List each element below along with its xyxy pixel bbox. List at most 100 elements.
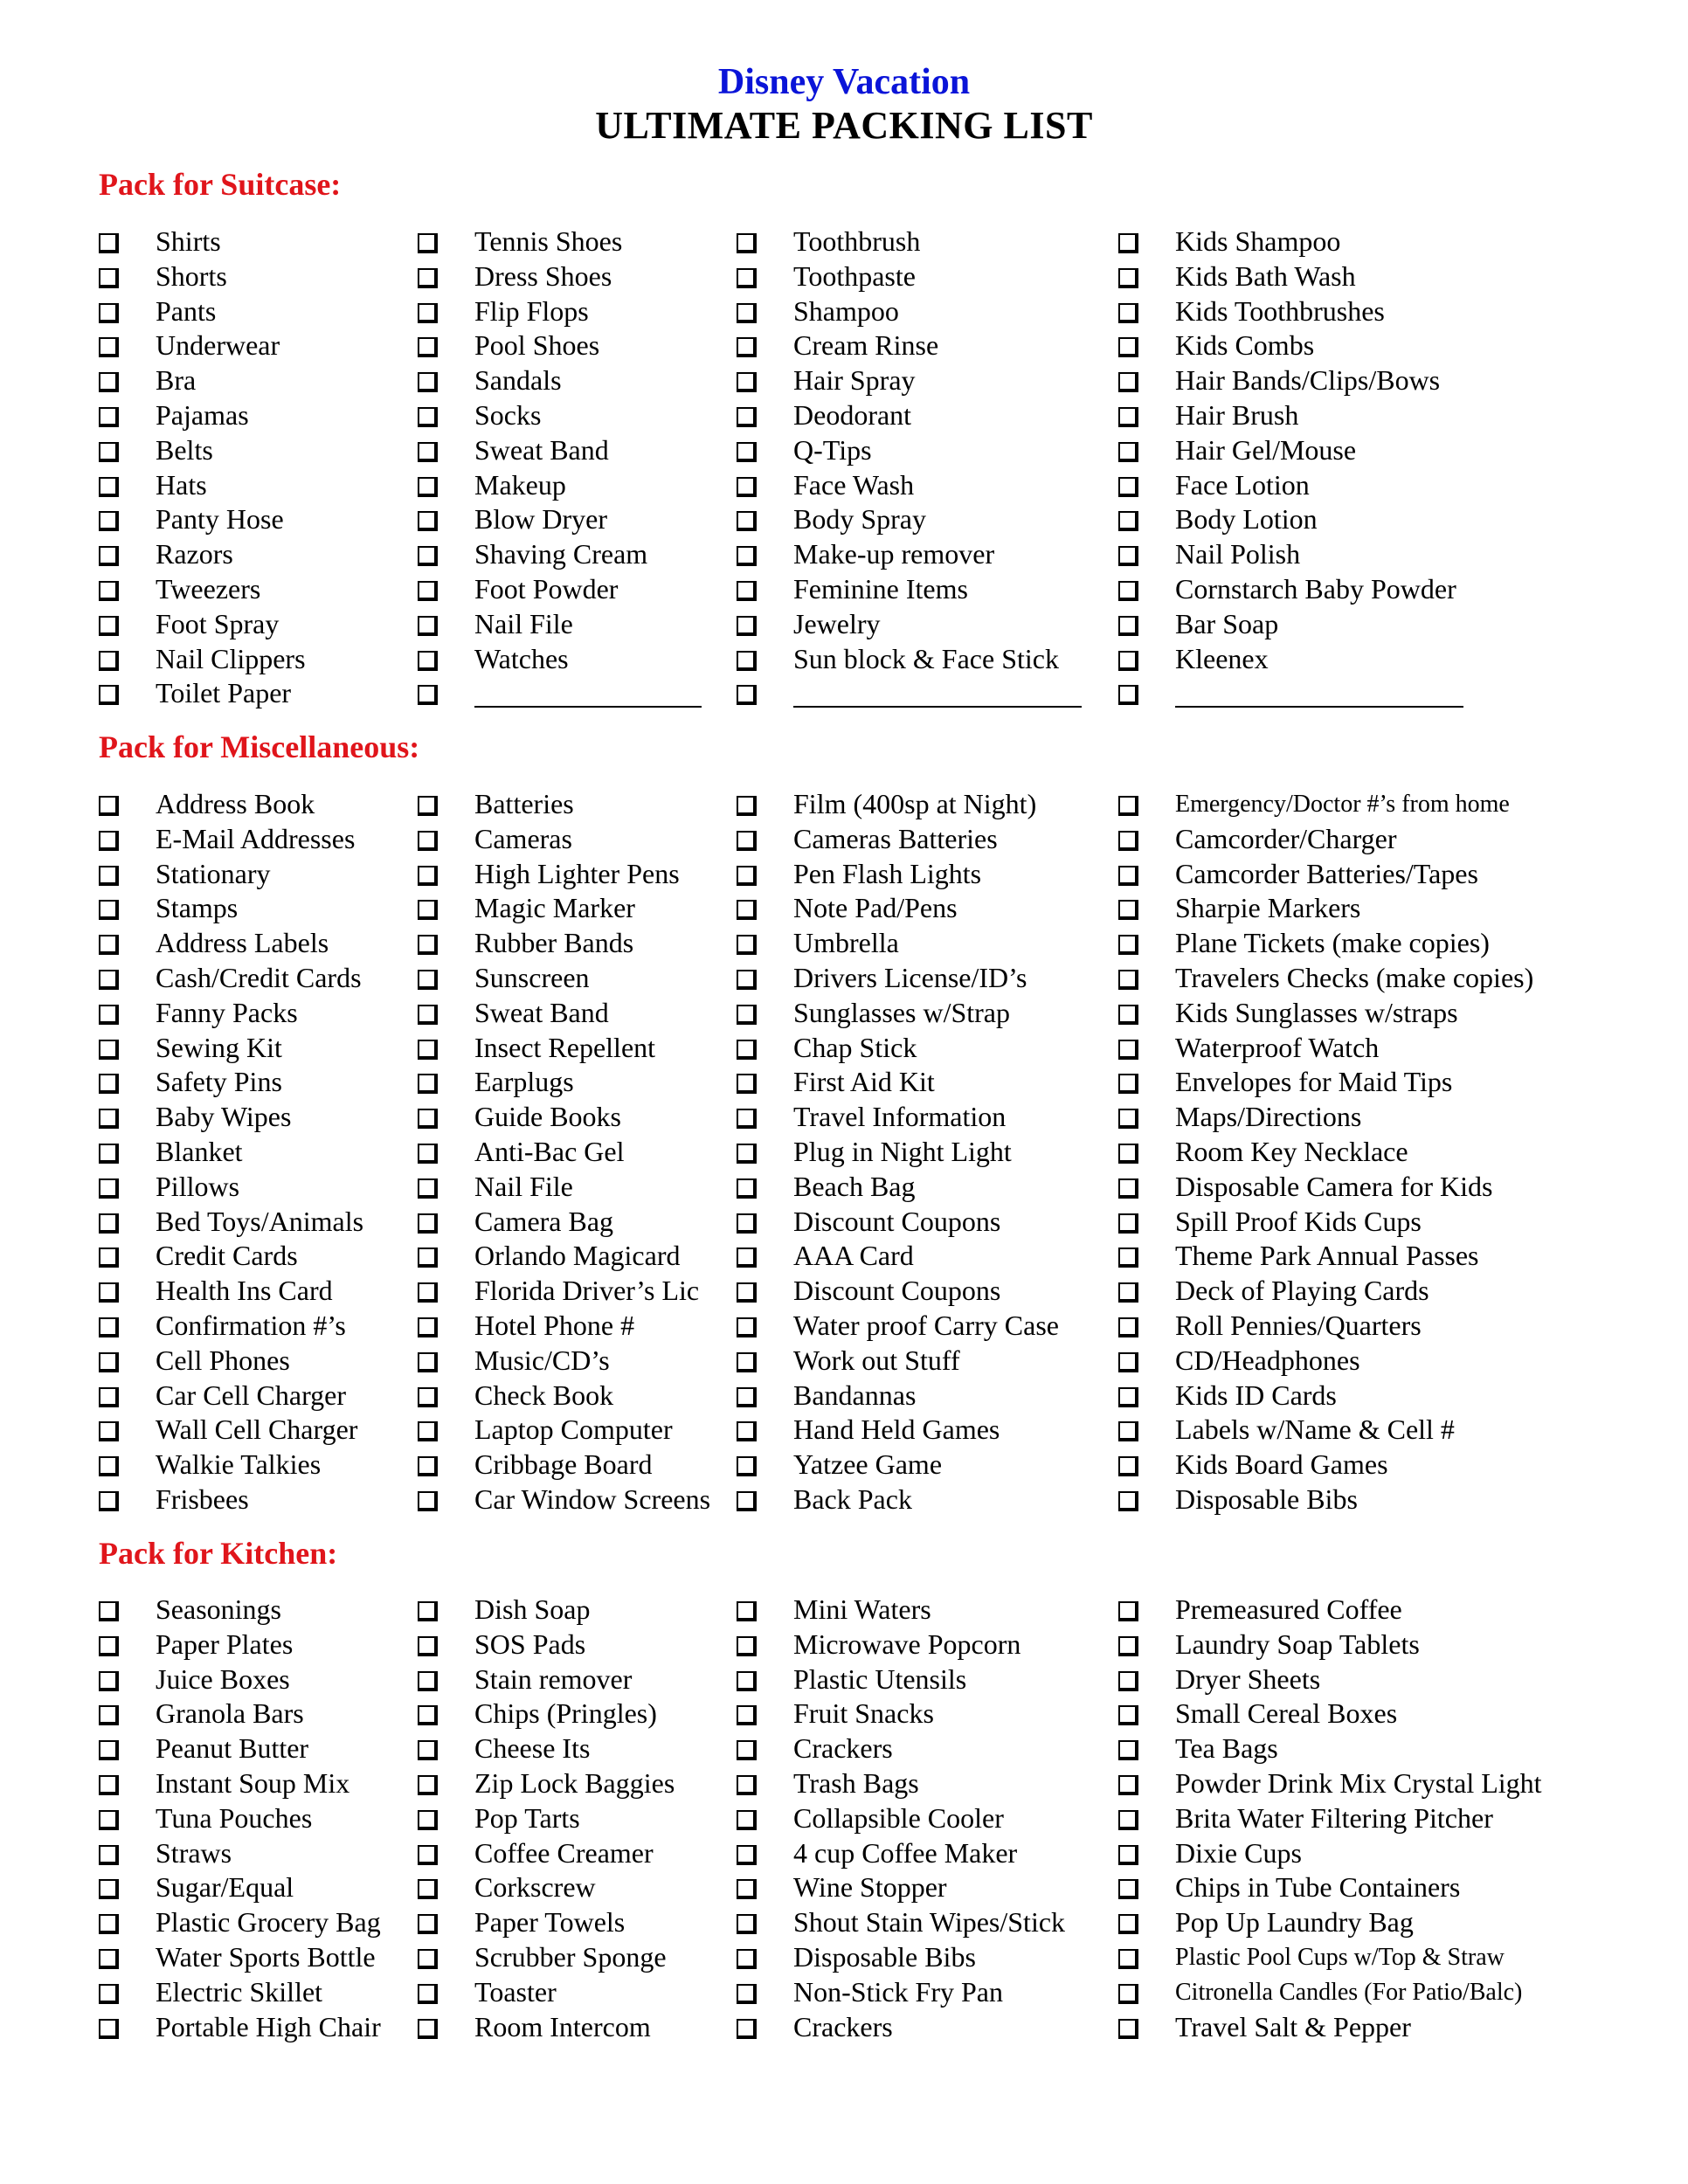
checkbox-icon[interactable]	[418, 615, 438, 636]
checkbox-icon[interactable]	[99, 1386, 119, 1407]
checkbox-icon[interactable]	[1118, 1670, 1138, 1691]
checkbox-icon[interactable]	[418, 1351, 438, 1372]
checkbox-icon[interactable]	[99, 1705, 119, 1726]
checkbox-icon[interactable]	[737, 1178, 757, 1199]
checkbox-icon[interactable]	[1118, 1317, 1138, 1337]
checkbox-icon[interactable]	[418, 865, 438, 886]
checkbox-icon[interactable]	[737, 615, 757, 636]
blank-entry-line[interactable]	[474, 706, 702, 708]
checkbox-icon[interactable]	[99, 1601, 119, 1621]
checkbox-icon[interactable]	[418, 2018, 438, 2039]
checkbox-icon[interactable]	[1118, 615, 1138, 636]
checkbox-icon[interactable]	[737, 372, 757, 393]
checkbox-icon[interactable]	[418, 1109, 438, 1130]
checkbox-icon[interactable]	[737, 302, 757, 323]
checkbox-icon[interactable]	[1118, 1740, 1138, 1761]
checkbox-icon[interactable]	[737, 1601, 757, 1621]
checkbox-icon[interactable]	[1118, 1601, 1138, 1621]
checkbox-icon[interactable]	[418, 1844, 438, 1865]
checkbox-icon[interactable]	[418, 580, 438, 601]
checkbox-icon[interactable]	[418, 1039, 438, 1060]
checkbox-icon[interactable]	[1118, 865, 1138, 886]
checkbox-icon[interactable]	[737, 1809, 757, 1830]
checkbox-icon[interactable]	[99, 1670, 119, 1691]
checkbox-icon[interactable]	[737, 969, 757, 990]
checkbox-icon[interactable]	[99, 615, 119, 636]
checkbox-icon[interactable]	[737, 1109, 757, 1130]
checkbox-icon[interactable]	[418, 1635, 438, 1656]
checkbox-icon[interactable]	[99, 476, 119, 497]
checkbox-icon[interactable]	[418, 830, 438, 851]
checkbox-icon[interactable]	[1118, 1635, 1138, 1656]
checkbox-icon[interactable]	[418, 337, 438, 358]
checkbox-icon[interactable]	[737, 935, 757, 956]
checkbox-icon[interactable]	[99, 580, 119, 601]
checkbox-icon[interactable]	[1118, 1456, 1138, 1477]
checkbox-icon[interactable]	[737, 1948, 757, 1969]
checkbox-icon[interactable]	[99, 1004, 119, 1025]
checkbox-icon[interactable]	[1118, 685, 1138, 706]
checkbox-icon[interactable]	[737, 233, 757, 253]
checkbox-icon[interactable]	[99, 685, 119, 706]
checkbox-icon[interactable]	[737, 685, 757, 706]
checkbox-icon[interactable]	[99, 1914, 119, 1935]
checkbox-icon[interactable]	[418, 1074, 438, 1095]
checkbox-icon[interactable]	[418, 1983, 438, 2004]
checkbox-icon[interactable]	[1118, 1039, 1138, 1060]
checkbox-icon[interactable]	[1118, 302, 1138, 323]
checkbox-icon[interactable]	[418, 1143, 438, 1164]
checkbox-icon[interactable]	[99, 1248, 119, 1268]
checkbox-icon[interactable]	[1118, 1914, 1138, 1935]
checkbox-icon[interactable]	[418, 267, 438, 288]
checkbox-icon[interactable]	[99, 1456, 119, 1477]
checkbox-icon[interactable]	[737, 1879, 757, 1900]
checkbox-icon[interactable]	[1118, 1705, 1138, 1726]
checkbox-icon[interactable]	[737, 1386, 757, 1407]
checkbox-icon[interactable]	[99, 1844, 119, 1865]
checkbox-icon[interactable]	[418, 546, 438, 567]
checkbox-icon[interactable]	[99, 1948, 119, 1969]
checkbox-icon[interactable]	[737, 1282, 757, 1303]
checkbox-icon[interactable]	[1118, 267, 1138, 288]
checkbox-icon[interactable]	[1118, 1109, 1138, 1130]
checkbox-icon[interactable]	[1118, 830, 1138, 851]
checkbox-icon[interactable]	[99, 1178, 119, 1199]
checkbox-icon[interactable]	[1118, 1948, 1138, 1969]
checkbox-icon[interactable]	[99, 1143, 119, 1164]
checkbox-icon[interactable]	[737, 1039, 757, 1060]
checkbox-icon[interactable]	[99, 865, 119, 886]
checkbox-icon[interactable]	[1118, 1490, 1138, 1511]
checkbox-icon[interactable]	[99, 1074, 119, 1095]
checkbox-icon[interactable]	[737, 406, 757, 427]
checkbox-icon[interactable]	[1118, 476, 1138, 497]
checkbox-icon[interactable]	[1118, 233, 1138, 253]
checkbox-icon[interactable]	[418, 372, 438, 393]
checkbox-icon[interactable]	[99, 1317, 119, 1337]
checkbox-icon[interactable]	[737, 1456, 757, 1477]
checkbox-icon[interactable]	[418, 441, 438, 462]
checkbox-icon[interactable]	[418, 1421, 438, 1442]
checkbox-icon[interactable]	[418, 1670, 438, 1691]
checkbox-icon[interactable]	[1118, 337, 1138, 358]
checkbox-icon[interactable]	[737, 865, 757, 886]
checkbox-icon[interactable]	[1118, 1774, 1138, 1795]
checkbox-icon[interactable]	[418, 685, 438, 706]
checkbox-icon[interactable]	[99, 1983, 119, 2004]
checkbox-icon[interactable]	[737, 1705, 757, 1726]
checkbox-icon[interactable]	[737, 650, 757, 671]
checkbox-icon[interactable]	[418, 1386, 438, 1407]
checkbox-icon[interactable]	[1118, 796, 1138, 816]
checkbox-icon[interactable]	[1118, 1421, 1138, 1442]
checkbox-icon[interactable]	[99, 1421, 119, 1442]
checkbox-icon[interactable]	[99, 337, 119, 358]
checkbox-icon[interactable]	[737, 1143, 757, 1164]
checkbox-icon[interactable]	[737, 900, 757, 921]
checkbox-icon[interactable]	[418, 1774, 438, 1795]
checkbox-icon[interactable]	[99, 1282, 119, 1303]
checkbox-icon[interactable]	[418, 1879, 438, 1900]
checkbox-icon[interactable]	[737, 441, 757, 462]
checkbox-icon[interactable]	[99, 969, 119, 990]
checkbox-icon[interactable]	[737, 476, 757, 497]
checkbox-icon[interactable]	[737, 1317, 757, 1337]
checkbox-icon[interactable]	[737, 511, 757, 532]
